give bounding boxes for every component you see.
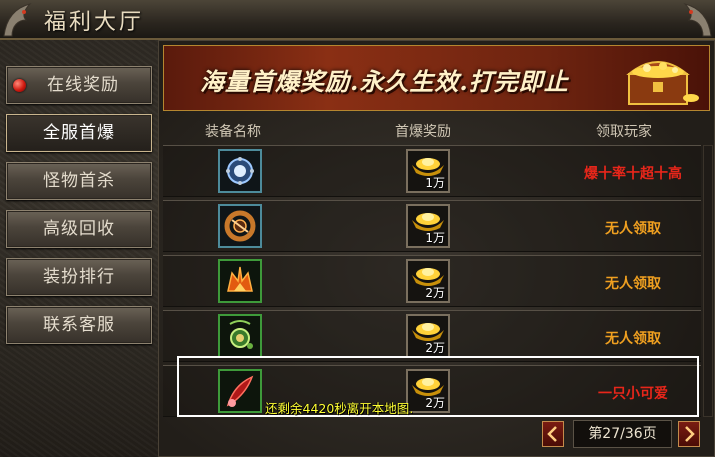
reward-slot[interactable]: 2万 — [406, 314, 450, 358]
welfare-hall-window: 福利大厅 在线奖励 全服首爆 怪物首杀 高级回收 装扮排行 联系客服 海量首爆奖… — [0, 0, 715, 457]
page-indicator: 第27/36页 — [573, 420, 672, 448]
prev-page-button[interactable] — [542, 421, 564, 447]
next-page-button[interactable] — [678, 421, 700, 447]
alert-dot-icon — [13, 79, 26, 92]
claimer-name: 无人领取 — [605, 276, 661, 292]
scrollbar[interactable] — [703, 145, 713, 417]
sidebar-item-advanced-recycle[interactable]: 高级回收 — [6, 210, 152, 248]
flame-helmet-icon — [227, 266, 253, 292]
treasure-chest-icon — [626, 61, 699, 105]
bronze-ring-icon — [224, 210, 256, 242]
map-timer-notice: 还剩余4420秒离开本地图. — [265, 401, 414, 416]
reward-amount: 2万 — [425, 286, 445, 300]
sidebar: 在线奖励 全服首爆 怪物首杀 高级回收 装扮排行 联系客服 — [0, 40, 156, 457]
claimer-name: 无人领取 — [605, 221, 661, 237]
sidebar-item-online-reward[interactable]: 在线奖励 — [6, 66, 152, 104]
column-header-reward: 首爆奖励 — [395, 124, 451, 140]
sidebar-item-customer-service[interactable]: 联系客服 — [6, 306, 152, 344]
dragon-ornament-icon — [683, 3, 712, 37]
window-title: 福利大厅 — [44, 10, 145, 35]
sidebar-item-label: 全服首爆 — [43, 123, 115, 143]
sidebar-item-server-first-drop[interactable]: 全服首爆 — [6, 114, 152, 152]
promo-banner: 海量首爆奖励.永久生效.打完即止 — [163, 45, 710, 111]
blue-orb-necklace-icon — [226, 157, 254, 185]
reward-slot[interactable]: 1万 — [406, 149, 450, 193]
chevron-left-icon — [547, 426, 557, 442]
item-slot[interactable] — [218, 314, 262, 358]
chevron-right-icon — [685, 426, 695, 442]
reward-amount: 2万 — [425, 341, 445, 355]
selection-highlight — [177, 356, 699, 417]
item-slot[interactable] — [218, 259, 262, 303]
sidebar-item-outfit-ranking[interactable]: 装扮排行 — [6, 258, 152, 296]
title-bar: 福利大厅 — [0, 0, 715, 40]
sidebar-item-label: 怪物首杀 — [43, 171, 115, 191]
claimer-name: 爆十率十超十高 — [584, 166, 682, 182]
sidebar-item-label: 联系客服 — [43, 315, 115, 335]
jade-amulet-icon — [229, 320, 253, 349]
banner-text: 海量首爆奖励.永久生效.打完即止 — [200, 67, 569, 96]
reward-slot[interactable]: 2万 — [406, 259, 450, 303]
table-row: 2万 无人领取 — [163, 310, 701, 362]
table-row: 2万 无人领取 — [163, 255, 701, 307]
sidebar-item-label: 装扮排行 — [43, 267, 115, 287]
reward-slot[interactable]: 1万 — [406, 204, 450, 248]
item-slot[interactable] — [218, 149, 262, 193]
column-header-item: 装备名称 — [205, 124, 261, 140]
item-slot[interactable] — [218, 204, 262, 248]
table-row: 1万 无人领取 — [163, 200, 701, 252]
claimer-name: 无人领取 — [605, 331, 661, 347]
sidebar-item-label: 高级回收 — [43, 219, 115, 239]
table-header: 装备名称 首爆奖励 领取玩家 — [159, 117, 714, 143]
table-row: 1万 爆十率十超十高 — [163, 145, 701, 197]
column-header-claimer: 领取玩家 — [596, 124, 652, 140]
sidebar-item-monster-first-kill[interactable]: 怪物首杀 — [6, 162, 152, 200]
reward-amount: 1万 — [425, 231, 445, 245]
sidebar-item-label: 在线奖励 — [47, 75, 119, 95]
dragon-ornament-icon — [3, 3, 32, 37]
reward-amount: 1万 — [425, 176, 445, 190]
